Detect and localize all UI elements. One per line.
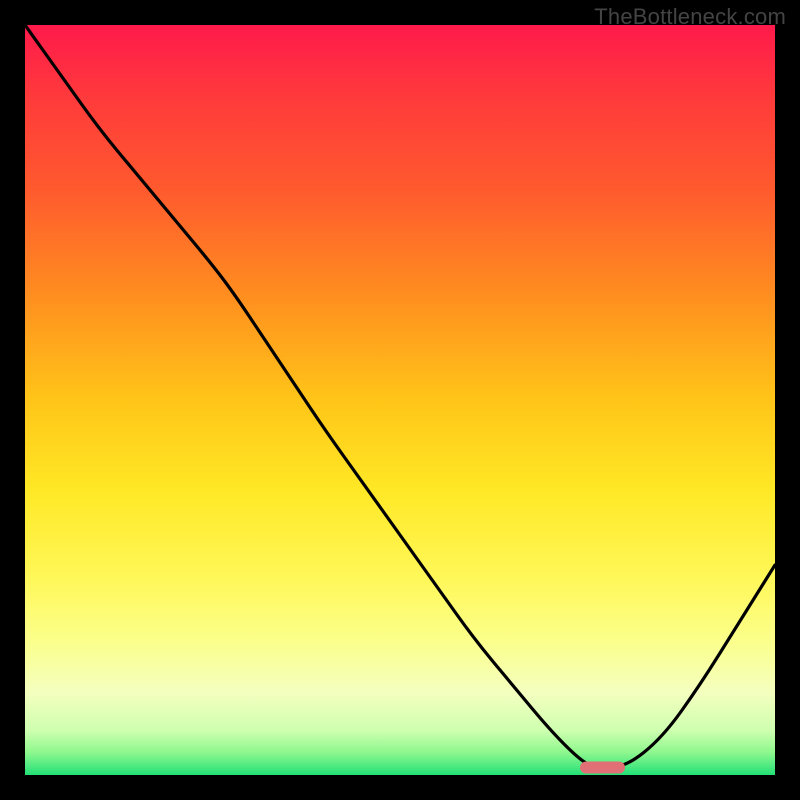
- plot-area: [25, 25, 775, 775]
- chart-frame: TheBottleneck.com: [0, 0, 800, 800]
- optimal-point-marker: [580, 762, 625, 774]
- chart-svg: [25, 25, 775, 775]
- gradient-background: [25, 25, 775, 775]
